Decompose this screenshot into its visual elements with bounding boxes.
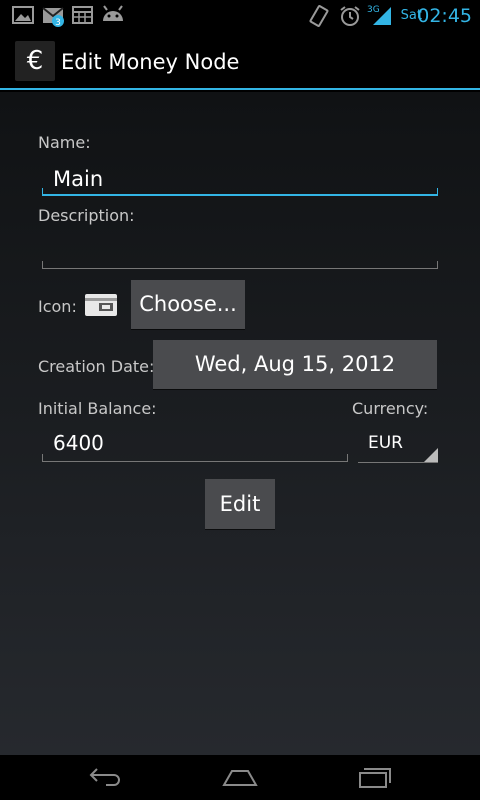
android-icon — [101, 5, 125, 29]
creation-date-label: Creation Date: — [38, 357, 155, 376]
gmail-icon: 3 — [42, 5, 66, 31]
page-title: Edit Money Node — [61, 50, 240, 74]
rotation-icon — [308, 5, 330, 31]
description-field[interactable] — [42, 234, 438, 270]
spinner-arrow-icon — [424, 448, 438, 462]
network-type: 3G — [367, 5, 380, 15]
currency-value: EUR — [368, 433, 403, 453]
wallet-icon — [84, 292, 118, 322]
creation-date-button[interactable]: Wed, Aug 15, 2012 — [153, 340, 437, 389]
name-field[interactable]: Main — [42, 162, 438, 198]
nav-bar — [0, 755, 480, 800]
recent-apps-icon[interactable] — [358, 765, 392, 793]
back-icon[interactable] — [88, 765, 122, 793]
alarm-icon — [339, 5, 361, 31]
app-icon[interactable]: € — [15, 41, 55, 81]
description-label: Description: — [38, 206, 135, 225]
choose-icon-button[interactable]: Choose... — [131, 280, 245, 329]
action-bar: € Edit Money Node — [0, 33, 480, 90]
status-time: 02:45 — [417, 5, 472, 27]
initial-balance-field[interactable]: 6400 — [42, 428, 348, 464]
name-label: Name: — [38, 133, 91, 152]
signal-icon: 3G — [367, 3, 393, 31]
initial-balance-label: Initial Balance: — [38, 399, 157, 418]
gmail-badge: 3 — [55, 18, 61, 27]
gallery-icon — [12, 5, 34, 29]
initial-balance-underline — [42, 454, 348, 462]
screen: 3 3G Sat 02:45 € Edit Money Node Name: M… — [0, 0, 480, 800]
currency-label: Currency: — [352, 399, 429, 418]
status-bar: 3 3G Sat 02:45 — [0, 0, 480, 33]
calendar-icon — [72, 5, 94, 29]
description-field-underline — [42, 261, 438, 269]
icon-label: Icon: — [38, 297, 77, 316]
edit-button[interactable]: Edit — [205, 479, 275, 529]
name-field-underline — [42, 188, 438, 196]
currency-spinner[interactable]: EUR — [358, 429, 438, 463]
edit-form: Name: Main Description: Icon: Choose... … — [0, 92, 480, 755]
home-icon[interactable] — [222, 765, 258, 793]
initial-balance-value: 6400 — [53, 431, 104, 455]
